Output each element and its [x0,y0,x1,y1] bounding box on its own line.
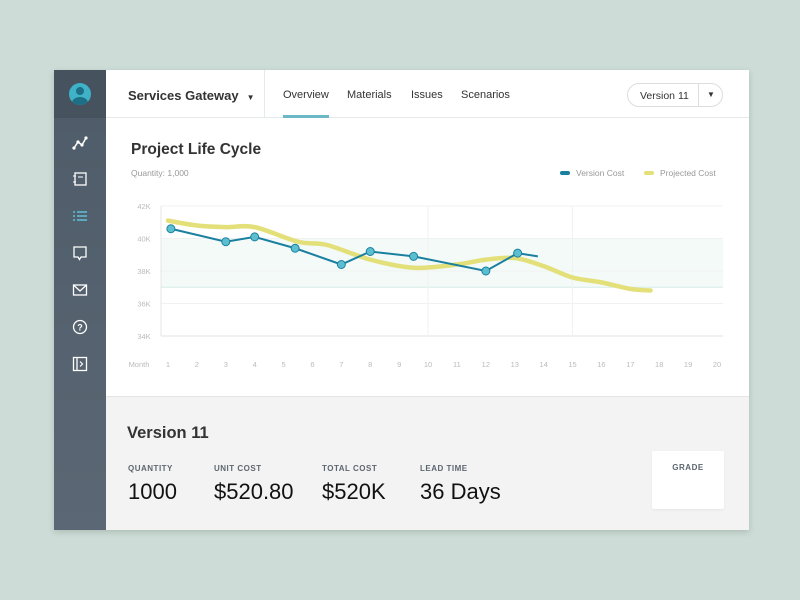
x-tick-label: 8 [368,360,372,369]
version-cost-point [365,247,375,256]
y-tick-label: 38K [137,267,150,276]
version-cost-point [409,251,419,261]
version-cost-point [290,243,300,253]
x-tick-label: 16 [597,360,605,369]
version-cost-point [166,224,176,234]
x-tick-label: 15 [568,360,576,369]
x-tick-label: 9 [397,360,401,369]
version-cost-point [481,266,491,276]
x-tick-label: 3 [224,360,228,369]
x-tick-label: 7 [339,360,343,369]
x-tick-label: 6 [310,360,314,369]
x-tick-label: 19 [684,360,692,369]
line-chart: 34K36K38K40K42KMonth 1 2 3 4 5 6 7 8 9 10 11 12 13 14 1… [129,202,723,369]
x-axis-label: Month [129,360,150,369]
x-tick-label: 4 [253,360,257,369]
version-cost-point [336,260,346,269]
x-tick-label: 20 [713,360,721,369]
x-tick-label: 17 [626,360,634,369]
x-tick-label: 2 [195,360,199,369]
y-tick-label: 40K [137,235,150,244]
y-tick-label: 42K [137,202,150,211]
x-tick-label: 1 [166,360,170,369]
version-cost-point [221,237,231,247]
x-tick-label: 13 [511,360,519,369]
x-tick-label: 11 [453,360,461,369]
y-tick-label: 36K [137,300,150,309]
version-cost-point [513,248,523,258]
x-tick-label: 12 [482,360,490,369]
x-tick-label: 10 [424,360,432,369]
x-tick-label: 18 [655,360,663,369]
x-tick-label: 14 [539,360,547,369]
y-tick-label: 34K [137,332,150,341]
x-tick-label: 5 [281,360,285,369]
version-cost-point [250,232,260,242]
